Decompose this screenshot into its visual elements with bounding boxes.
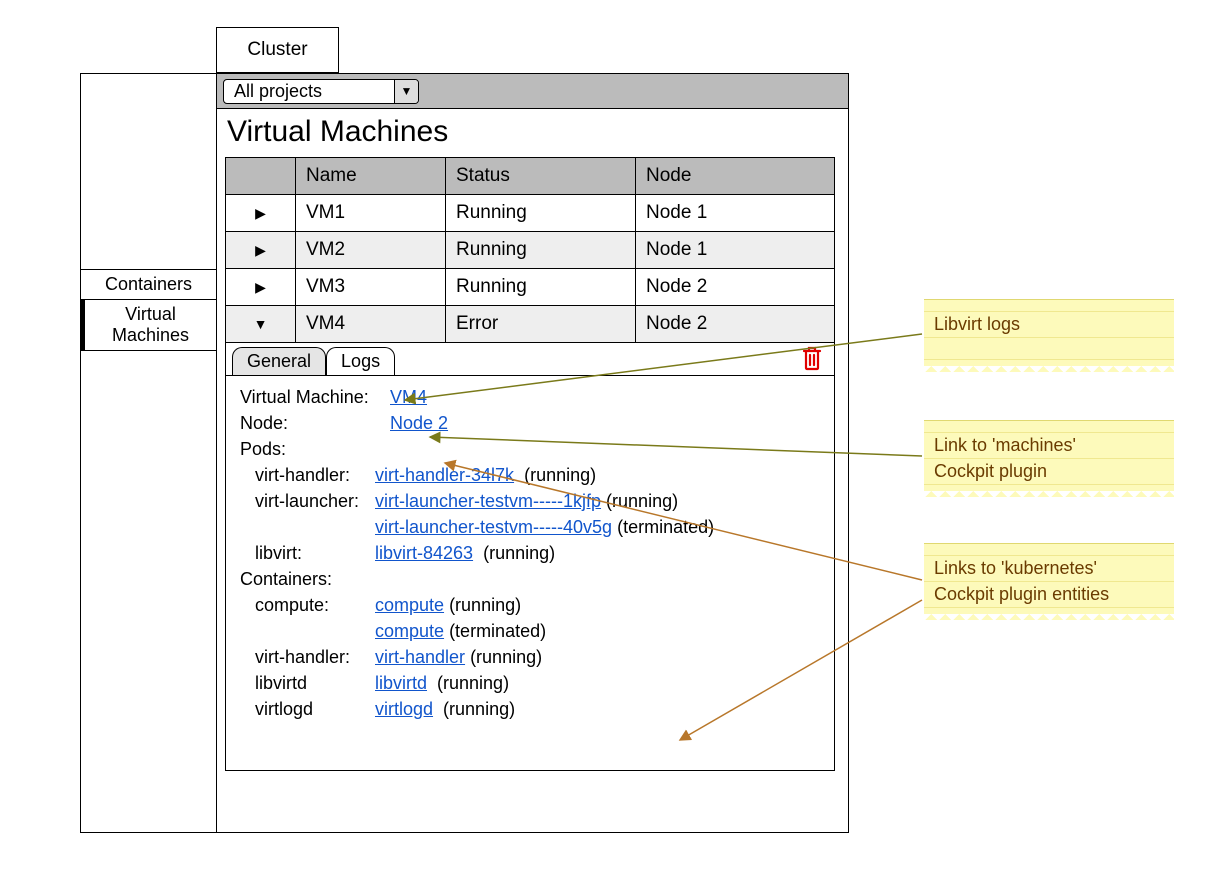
annotation-note-3: Links to 'kubernetes' Cockpit plugin ent… xyxy=(924,543,1174,620)
cell-node: Node 2 xyxy=(636,269,835,306)
expand-icon[interactable]: ▶ xyxy=(255,242,266,259)
tab-general[interactable]: General xyxy=(232,347,326,375)
annotation-note-1: Libvirt logs xyxy=(924,299,1174,372)
page-title: Virtual Machines xyxy=(217,109,848,157)
col-status: Status xyxy=(446,158,636,195)
note-text: Links to 'kubernetes' xyxy=(924,556,1174,582)
pod-link[interactable]: virt-handler-34l7k xyxy=(375,465,514,485)
tab-cluster[interactable]: Cluster xyxy=(216,27,339,73)
pod-state: (running) xyxy=(483,543,555,563)
note-text: Link to 'machines' xyxy=(924,433,1174,459)
cell-status: Running xyxy=(446,195,636,232)
vm-detail-panel: General Logs Virtual Machine: VM4 Node: xyxy=(225,343,835,771)
cell-node: Node 2 xyxy=(636,306,835,343)
table-row[interactable]: ▼ VM4 Error Node 2 xyxy=(226,306,835,343)
cell-status: Running xyxy=(446,232,636,269)
table-row[interactable]: ▶ VM1 Running Node 1 xyxy=(226,195,835,232)
pod-label: virt-handler: xyxy=(240,462,375,488)
cell-status: Error xyxy=(446,306,636,343)
pod-label: virt-launcher: xyxy=(240,488,375,514)
container-link[interactable]: virt-handler xyxy=(375,647,465,667)
note-text: Libvirt logs xyxy=(924,312,1174,338)
sidebar-item-virtual-machines[interactable]: Virtual Machines xyxy=(81,300,216,351)
project-selector-value: All projects xyxy=(224,81,394,102)
pod-link[interactable]: libvirt-84263 xyxy=(375,543,473,563)
cell-node: Node 1 xyxy=(636,195,835,232)
annotation-note-2: Link to 'machines' Cockpit plugin xyxy=(924,420,1174,497)
expand-icon[interactable]: ▶ xyxy=(255,205,266,222)
note-text: Cockpit plugin entities xyxy=(924,582,1174,608)
container-state: (running) xyxy=(470,647,542,667)
main-frame: Containers Virtual Machines All projects… xyxy=(80,73,849,833)
collapse-icon[interactable]: ▼ xyxy=(254,316,268,332)
pod-state: (running) xyxy=(524,465,596,485)
table-row[interactable]: ▶ VM2 Running Node 1 xyxy=(226,232,835,269)
cell-name: VM1 xyxy=(296,195,446,232)
tab-label: Logs xyxy=(341,351,380,371)
container-link[interactable]: compute xyxy=(375,621,444,641)
label-pods: Pods: xyxy=(240,436,390,462)
container-label: virt-handler: xyxy=(240,644,375,670)
tab-logs[interactable]: Logs xyxy=(326,347,395,375)
container-link[interactable]: libvirtd xyxy=(375,673,427,693)
delete-button[interactable] xyxy=(800,345,824,376)
container-link[interactable]: compute xyxy=(375,595,444,615)
tab-label: General xyxy=(247,351,311,371)
table-row[interactable]: ▶ VM3 Running Node 2 xyxy=(226,269,835,306)
container-label: virtlogd xyxy=(240,696,375,722)
detail-body: Virtual Machine: VM4 Node: Node 2 Pods: … xyxy=(226,375,834,730)
sidebar-item-containers[interactable]: Containers xyxy=(81,270,216,300)
col-node: Node xyxy=(636,158,835,195)
label-containers: Containers: xyxy=(240,566,390,592)
cell-name: VM2 xyxy=(296,232,446,269)
vm-table: Name Status Node ▶ VM1 Running Node 1 ▶ … xyxy=(225,157,835,343)
container-state: (terminated) xyxy=(449,621,546,641)
pod-label: libvirt: xyxy=(240,540,375,566)
pod-state: (terminated) xyxy=(617,517,714,537)
note-text: Cockpit plugin xyxy=(924,459,1174,485)
container-label: libvirtd xyxy=(240,670,375,696)
dropdown-icon[interactable]: ▼ xyxy=(394,80,418,103)
col-name: Name xyxy=(296,158,446,195)
link-vm[interactable]: VM4 xyxy=(390,387,427,407)
trash-icon xyxy=(800,345,824,371)
col-expand xyxy=(226,158,296,195)
table-header-row: Name Status Node xyxy=(226,158,835,195)
sidebar: Containers Virtual Machines xyxy=(81,74,217,832)
main-area: All projects ▼ Virtual Machines Name Sta… xyxy=(217,74,848,832)
sidebar-item-label: Virtual Machines xyxy=(112,304,189,345)
container-label-empty xyxy=(240,618,375,644)
sidebar-spacer xyxy=(81,74,216,270)
pod-state: (running) xyxy=(606,491,678,511)
pod-link[interactable]: virt-launcher-testvm-----40v5g xyxy=(375,517,612,537)
container-state: (running) xyxy=(443,699,515,719)
pod-label-empty xyxy=(240,514,375,540)
detail-tabs: General Logs xyxy=(226,343,834,375)
pod-link[interactable]: virt-launcher-testvm-----1kjfp xyxy=(375,491,601,511)
container-state: (running) xyxy=(449,595,521,615)
cell-status: Running xyxy=(446,269,636,306)
label-node: Node: xyxy=(240,410,390,436)
container-state: (running) xyxy=(437,673,509,693)
link-node[interactable]: Node 2 xyxy=(390,413,448,433)
container-label: compute: xyxy=(240,592,375,618)
project-selector[interactable]: All projects ▼ xyxy=(223,79,419,104)
tab-cluster-label: Cluster xyxy=(247,39,307,61)
label-vm: Virtual Machine: xyxy=(240,384,390,410)
expand-icon[interactable]: ▶ xyxy=(255,279,266,296)
toolbar: All projects ▼ xyxy=(217,74,848,109)
sidebar-item-label: Containers xyxy=(105,274,192,294)
container-link[interactable]: virtlogd xyxy=(375,699,433,719)
cell-name: VM4 xyxy=(296,306,446,343)
cell-name: VM3 xyxy=(296,269,446,306)
cell-node: Node 1 xyxy=(636,232,835,269)
